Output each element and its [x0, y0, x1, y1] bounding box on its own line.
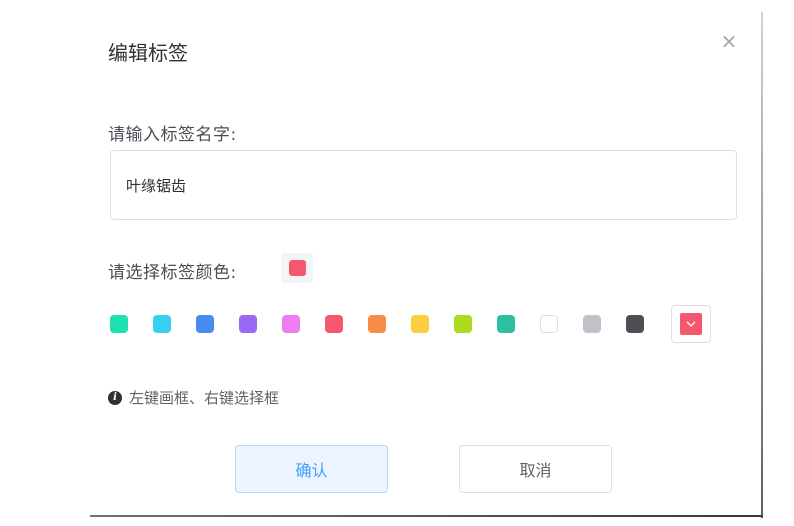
- dialog-edge-right: [761, 12, 763, 518]
- color-swatch[interactable]: [411, 315, 429, 333]
- color-swatch[interactable]: [325, 315, 343, 333]
- color-swatch[interactable]: [196, 315, 214, 333]
- info-icon: i: [108, 390, 122, 405]
- edit-label-dialog: 编辑标签 × 请输入标签名字: 请选择标签颜色: i 左键画框、右键选择框 确认…: [90, 12, 762, 516]
- color-swatch[interactable]: [497, 315, 515, 333]
- hint-label: 左键画框、右键选择框: [129, 389, 280, 407]
- confirm-button[interactable]: 确认: [235, 445, 388, 493]
- selected-color-preview: [281, 253, 313, 283]
- color-swatch[interactable]: [153, 315, 171, 333]
- custom-color-preview: [680, 313, 702, 335]
- color-swatch[interactable]: [239, 315, 257, 333]
- label-name-input[interactable]: [110, 150, 737, 220]
- color-field-label: 请选择标签颜色:: [108, 263, 237, 283]
- chevron-down-icon: [686, 321, 696, 327]
- cancel-button[interactable]: 取消: [459, 445, 612, 493]
- color-swatch[interactable]: [282, 315, 300, 333]
- close-icon[interactable]: ×: [720, 31, 738, 51]
- color-swatch[interactable]: [540, 315, 558, 333]
- dialog-edge-bottom: [90, 515, 763, 517]
- color-swatch[interactable]: [583, 315, 601, 333]
- color-swatch[interactable]: [626, 315, 644, 333]
- color-swatch[interactable]: [454, 315, 472, 333]
- dialog-title: 编辑标签: [108, 41, 188, 65]
- color-swatch[interactable]: [368, 315, 386, 333]
- hint-text: i 左键画框、右键选择框: [108, 387, 279, 408]
- custom-color-picker[interactable]: [671, 305, 711, 343]
- selected-color-swatch: [289, 260, 306, 276]
- name-field-label: 请输入标签名字:: [108, 125, 237, 145]
- color-swatch[interactable]: [110, 315, 128, 333]
